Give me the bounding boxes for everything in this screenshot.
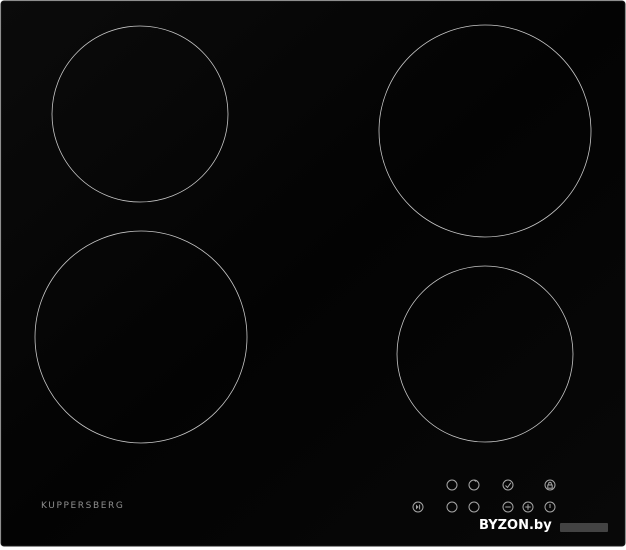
cooktop-glass-surface [0,0,626,547]
glass-panel [0,0,626,547]
watermark-text: BYZON.by [479,518,552,533]
watermark-blurred-caption [560,523,608,532]
brand-logo-text: KUPPERSBERG [41,501,125,511]
